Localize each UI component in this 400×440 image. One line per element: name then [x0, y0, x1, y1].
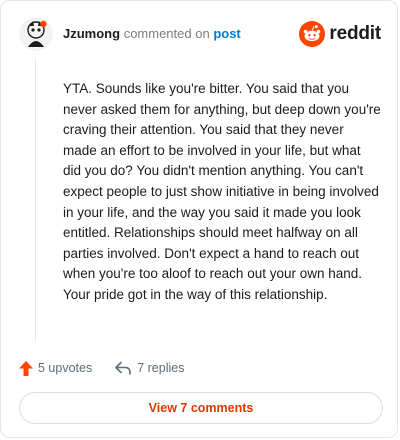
reddit-snoo-icon [299, 21, 326, 47]
username[interactable]: Jzumong [63, 26, 120, 41]
comment-body: YTA. Sounds like you're bitter. You said… [63, 81, 381, 302]
thread-line [35, 59, 36, 341]
reddit-wordmark: reddit [329, 23, 381, 44]
comment-actions: 5 upvotes 7 replies [19, 359, 184, 377]
reply-arrow-icon [115, 361, 132, 375]
replies-button[interactable]: 7 replies [114, 361, 184, 375]
comment-meta: Jzumong commented on post [63, 26, 241, 42]
view-comments-button[interactable]: View 7 comments [19, 392, 383, 424]
upvote-arrow-icon [19, 360, 33, 376]
action-text: commented on [123, 26, 210, 41]
upvote-button[interactable]: 5 upvotes [19, 360, 93, 376]
reddit-logo[interactable]: reddit [299, 21, 381, 47]
upvote-count: 5 upvotes [38, 361, 93, 375]
post-link[interactable]: post [213, 26, 240, 41]
avatar[interactable] [19, 17, 53, 51]
comment-header: Jzumong commented on post reddit [19, 15, 381, 53]
avatar-image [19, 17, 53, 51]
reply-count: 7 replies [137, 361, 185, 375]
comment-card: Jzumong commented on post reddit YTA. So… [0, 0, 398, 438]
